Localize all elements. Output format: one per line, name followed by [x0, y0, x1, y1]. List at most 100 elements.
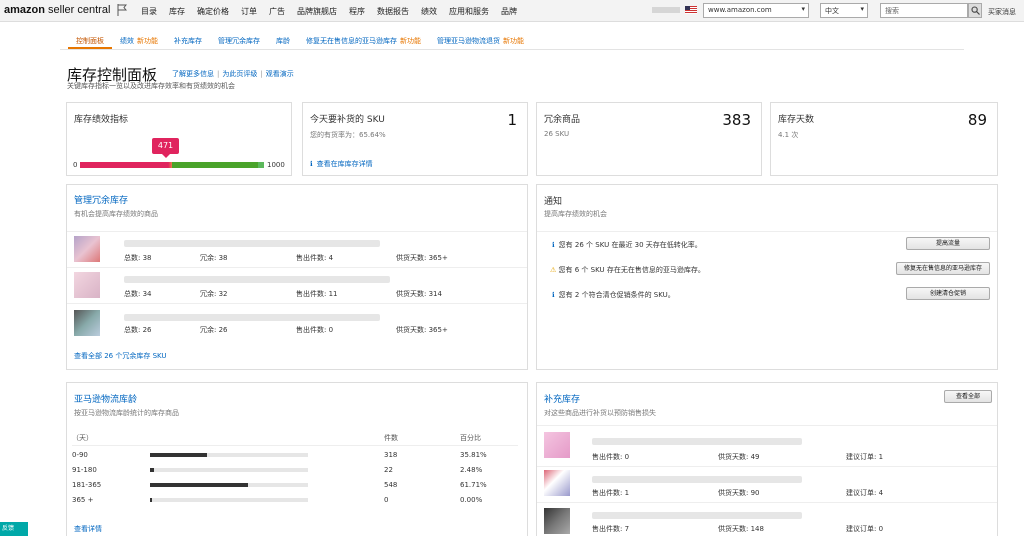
product-title-blurred: [592, 476, 802, 483]
tab-fix-stranded[interactable]: 修复无在售信息的亚马逊库存 新功能: [298, 33, 429, 49]
nav-item-catalog[interactable]: 目录: [141, 6, 157, 17]
nav-item-inventory[interactable]: 库存: [169, 6, 185, 17]
nav-item-brands[interactable]: 品牌: [501, 6, 517, 17]
age-units: 22: [384, 466, 393, 474]
notice-stranded: ⚠ 您有 6 个 SKU 存在无在售信息的亚马逊库存。: [550, 266, 705, 274]
notice-low-conversion: ℹ 您有 26 个 SKU 在最近 30 天存在低转化率。: [552, 241, 702, 249]
restock-today-count: 1: [507, 111, 517, 129]
fba-age-card: 亚马逊物流库龄 按亚马逊物流库龄统计的库存商品 查看详情: [66, 382, 528, 536]
tab-restock[interactable]: 补充库存: [166, 33, 210, 49]
days-supply-count: 89: [967, 111, 987, 129]
excess-count: 383: [722, 111, 751, 129]
row-sold: 售出件数: 1: [592, 489, 630, 497]
excess-units-card: 冗余商品 383 26 SKU: [536, 102, 762, 176]
view-all-button[interactable]: 查看全部: [944, 390, 992, 403]
tab-inventory-age[interactable]: 库龄: [268, 33, 298, 49]
marketplace-select[interactable]: www.amazon.com ▾: [703, 3, 809, 18]
language-select[interactable]: 中文 ▾: [820, 3, 868, 18]
learn-more-link[interactable]: 了解更多信息: [172, 70, 214, 78]
view-details-link[interactable]: 查看详情: [74, 524, 102, 534]
age-pct: 61.71%: [460, 481, 487, 489]
nav-item-programs[interactable]: 程序: [349, 6, 365, 17]
row-sold: 售出件数: 0: [592, 453, 630, 461]
age-bar-fill: [150, 498, 153, 502]
product-thumbnail[interactable]: [74, 236, 100, 262]
us-flag-icon: [685, 6, 697, 14]
nav-item-performance[interactable]: 绩效: [421, 6, 437, 17]
age-range: 365 +: [72, 496, 94, 504]
view-all-excess-link[interactable]: 查看全部 26 个冗余库存 SKU: [74, 351, 167, 361]
nav-item-stores[interactable]: 品牌旗舰店: [297, 6, 337, 17]
tab-dashboard[interactable]: 控制面板: [68, 33, 112, 49]
replenish-title[interactable]: 补充库存: [544, 392, 580, 405]
row-sold: 售出件数: 7: [592, 525, 630, 533]
search-button[interactable]: [968, 3, 982, 18]
age-range: 91-180: [72, 466, 97, 474]
restock-today-title: 今天要补货的 SKU: [310, 115, 385, 125]
age-bar-fill: [150, 468, 154, 472]
product-thumbnail[interactable]: [74, 272, 100, 298]
row-suggested: 建议订单: 0: [846, 525, 884, 533]
product-thumbnail[interactable]: [544, 432, 570, 458]
info-icon: ℹ: [552, 241, 555, 249]
row-sold: 售出件数: 11: [296, 290, 338, 298]
flag-icon[interactable]: [117, 4, 127, 16]
product-thumbnail[interactable]: [74, 310, 100, 336]
tab-manage-excess[interactable]: 管理冗余库存: [210, 33, 268, 49]
ipi-score-badge: 471: [152, 138, 179, 158]
manage-excess-subtitle: 有机会提高库存绩效的商品: [74, 210, 158, 218]
watch-demo-link[interactable]: 观看演示: [266, 70, 294, 78]
fba-age-title[interactable]: 亚马逊物流库龄: [74, 392, 137, 405]
nav-item-orders[interactable]: 订单: [241, 6, 257, 17]
drive-traffic-button[interactable]: 提高流量: [906, 237, 990, 250]
age-units: 0: [384, 496, 389, 504]
page-subtitle: 关键库存指标一览以及改进库存效率和有货绩效的机会: [67, 82, 235, 90]
view-stock-details[interactable]: ℹ 查看在库库存详情: [310, 159, 373, 169]
row-supply: 供货天数: 314: [396, 290, 442, 298]
tab-divider: [60, 49, 964, 50]
age-bar-track: [150, 498, 308, 502]
product-title-blurred: [124, 314, 380, 321]
age-range: 181-365: [72, 481, 102, 489]
excess-sku-count: 26 SKU: [544, 130, 570, 138]
fix-stranded-button[interactable]: 修复无在售信息的亚马逊库存: [896, 262, 990, 275]
notifications-title: 通知: [544, 197, 563, 207]
ipi-title: 库存绩效指标: [74, 115, 129, 125]
top-bar: amazon seller central 目录 库存 确定价格 订单 广告 品…: [0, 0, 1024, 22]
notifications-subtitle: 提高库存绩效的机会: [544, 210, 607, 218]
product-thumbnail[interactable]: [544, 470, 570, 496]
age-range: 0-90: [72, 451, 88, 459]
divider: [537, 231, 997, 232]
row-total: 总数: 26: [124, 326, 152, 334]
feedback-tab[interactable]: 反馈: [0, 522, 28, 536]
age-pct: 2.48%: [460, 466, 483, 474]
nav-item-pricing[interactable]: 确定价格: [197, 6, 229, 17]
product-title-blurred: [592, 512, 802, 519]
warning-icon: ⚠: [550, 266, 557, 274]
excess-title: 冗余商品: [544, 115, 581, 125]
tab-performance[interactable]: 绩效 新功能: [112, 33, 166, 49]
row-supply: 供货天数: 365+: [396, 326, 448, 334]
replenish-subtitle: 对这些商品进行补货以预防销售损失: [544, 409, 656, 417]
age-bar-track: [150, 468, 308, 472]
nav-item-apps[interactable]: 应用和服务: [449, 6, 489, 17]
divider: [537, 502, 997, 503]
manage-excess-title[interactable]: 管理冗余库存: [74, 193, 128, 206]
divider: [67, 267, 527, 268]
chevron-down-icon: ▾: [801, 5, 805, 13]
nav-item-advertising[interactable]: 广告: [269, 6, 285, 17]
in-stock-rate: 您的有货率为：65.64%: [310, 131, 386, 139]
product-thumbnail[interactable]: [544, 508, 570, 534]
amazon-seller-central-logo[interactable]: amazon seller central: [4, 4, 110, 16]
product-title-blurred: [592, 438, 802, 445]
tab-fba-returns[interactable]: 管理亚马逊物流退货 新功能: [429, 33, 532, 49]
divider: [537, 425, 997, 426]
search-input[interactable]: 搜索: [880, 3, 968, 18]
create-clearance-button[interactable]: 创建清仓促销: [906, 287, 990, 300]
age-units: 548: [384, 481, 398, 489]
buyer-messages-link[interactable]: 买家消息: [988, 7, 1016, 17]
row-suggested: 建议订单: 4: [846, 489, 884, 497]
nav-item-reports[interactable]: 数据报告: [377, 6, 409, 17]
rate-page-link[interactable]: 为此页评级: [222, 70, 257, 78]
row-total: 总数: 34: [124, 290, 152, 298]
